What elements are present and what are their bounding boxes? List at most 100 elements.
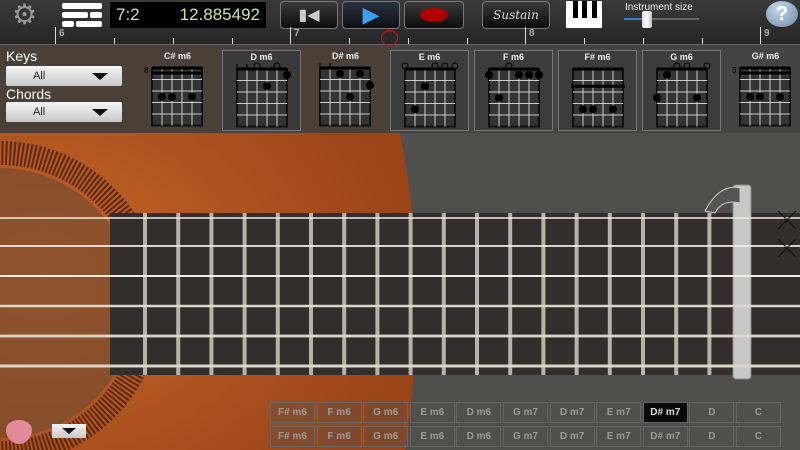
finger-dot — [693, 93, 701, 102]
finger-dot — [421, 82, 429, 91]
finger-dot — [168, 92, 176, 101]
chord-button[interactable]: C — [736, 426, 781, 447]
chord-button[interactable]: F# m6 — [270, 426, 315, 447]
chord-button[interactable]: D — [689, 402, 735, 423]
chord-button[interactable]: D m6 — [456, 426, 502, 447]
chord-button[interactable]: F# m6 — [270, 402, 315, 423]
measure-number: 9 — [764, 28, 770, 39]
beat-tick — [349, 38, 350, 44]
instrument-size-slider[interactable] — [624, 18, 699, 20]
finger-dot — [283, 70, 291, 79]
measure-number: 7 — [294, 28, 300, 39]
pick-dropdown[interactable] — [52, 424, 86, 438]
chord-button[interactable]: G m6 — [363, 426, 409, 447]
rewind-button[interactable]: ▮◀ — [280, 1, 338, 29]
muted-string-mark: x — [245, 63, 249, 70]
finger-dot — [336, 69, 344, 78]
record-button[interactable] — [404, 1, 464, 29]
chord-button[interactable]: E m6 — [409, 402, 455, 423]
finger-dot — [579, 105, 587, 114]
play-button[interactable]: ▶ — [342, 1, 400, 29]
finger-dot — [188, 92, 196, 101]
finger-dot — [535, 70, 543, 79]
fretboard-grid — [572, 68, 624, 128]
fret — [541, 213, 546, 375]
finger-dot — [495, 93, 503, 102]
chord-button[interactable]: E m7 — [596, 426, 642, 447]
finger-dot — [346, 92, 354, 101]
chord-button[interactable]: G m7 — [503, 426, 548, 447]
beat-tick — [584, 38, 585, 44]
measure-tick — [525, 27, 526, 44]
fret — [275, 213, 280, 375]
beat-tick — [467, 38, 468, 44]
fret — [242, 213, 247, 375]
fret — [408, 213, 413, 375]
fret — [441, 213, 446, 375]
chord-diagram[interactable]: D# m6 x x — [306, 50, 385, 131]
beat-tick — [643, 38, 644, 44]
chord-diagram[interactable]: F m6 — [474, 50, 553, 131]
chord-diagram[interactable]: G m6 — [642, 50, 721, 131]
chord-button[interactable]: F m6 — [316, 402, 362, 423]
finger-dot — [756, 92, 764, 101]
chord-button[interactable]: F m6 — [316, 426, 362, 447]
help-button[interactable]: ? — [766, 1, 798, 27]
fret-number: 3 — [732, 66, 737, 75]
finger-dot — [609, 105, 617, 114]
chord-button[interactable]: D m7 — [549, 402, 595, 423]
chord-diagram[interactable]: G# m6 3 — [726, 50, 800, 131]
keys-dropdown[interactable]: All — [6, 66, 122, 86]
sustain-button[interactable]: Sustain — [482, 1, 550, 29]
chord-button[interactable]: C — [736, 402, 781, 423]
playhead-marker[interactable] — [381, 30, 398, 46]
chevron-down-icon — [62, 428, 76, 434]
finger-dot — [158, 92, 166, 101]
finger-dot — [589, 105, 597, 114]
fret — [209, 213, 214, 375]
position-display: 7:2 12.885492 — [110, 2, 266, 28]
beat-tick — [232, 38, 233, 44]
chord-button[interactable]: D# m7 — [642, 426, 688, 447]
chord-button[interactable]: D — [689, 426, 735, 447]
piano-icon[interactable] — [565, 0, 603, 29]
beat-tick — [702, 38, 703, 44]
rewind-icon: ▮◀ — [298, 7, 320, 24]
fret — [674, 213, 679, 375]
chord-button[interactable]: D m7 — [549, 426, 595, 447]
timeline-ruler[interactable]: 6 7 8 9 — [0, 27, 800, 45]
finger-dot — [663, 70, 671, 79]
beat-tick — [173, 38, 174, 44]
fret — [574, 213, 579, 375]
keys-value: All — [33, 70, 46, 82]
chord-diagram[interactable]: F# m6 — [558, 50, 637, 131]
slider-thumb[interactable] — [642, 11, 652, 28]
muted-string-mark: x — [318, 62, 322, 69]
gear-icon[interactable]: ⚙ — [12, 1, 37, 29]
finger-dot — [776, 92, 784, 101]
measure-number: 8 — [529, 28, 535, 39]
chords-dropdown[interactable]: All — [6, 102, 122, 122]
chords-value: All — [33, 106, 46, 118]
chord-diagram[interactable]: D m6 x x — [222, 50, 301, 131]
chord-button[interactable]: E m6 — [409, 426, 455, 447]
fret — [342, 213, 347, 375]
finger-dot — [515, 70, 523, 79]
menu-icon[interactable] — [62, 3, 102, 27]
keys-label: Keys — [6, 48, 38, 64]
chord-button[interactable]: G m7 — [503, 402, 548, 423]
measure-tick — [55, 27, 56, 44]
capo[interactable] — [732, 184, 752, 380]
fret — [143, 213, 147, 375]
chord-diagram[interactable]: E m6 — [390, 50, 469, 131]
chord-button[interactable]: D m6 — [456, 402, 502, 423]
finger-dot — [525, 70, 533, 79]
bar-position: 7:2 — [116, 5, 140, 24]
fret — [508, 213, 513, 375]
chord-button[interactable]: D# m7 — [642, 402, 688, 423]
finger-dot — [746, 92, 754, 101]
chord-button[interactable]: G m6 — [363, 402, 409, 423]
chord-diagram[interactable]: C# m6 8 — [138, 50, 217, 131]
chord-button[interactable]: E m7 — [596, 402, 642, 423]
finger-dot — [653, 93, 661, 102]
